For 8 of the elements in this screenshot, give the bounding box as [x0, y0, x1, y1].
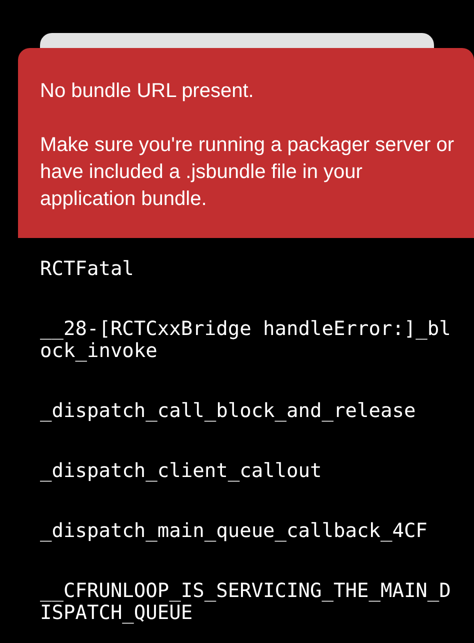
stack-frame: _dispatch_main_queue_callback_4CF — [40, 520, 452, 542]
stack-frame: _dispatch_call_block_and_release — [40, 400, 452, 422]
stack-frame: __28-[RCTCxxBridge handleError:]_block_invoke — [40, 318, 452, 362]
stack-frame: __CFRUNLOOP_IS_SERVICING_THE_MAIN_DISPATCH_QUEUE — [40, 580, 452, 624]
stack-frame: RCTFatal — [40, 258, 452, 280]
stack-frame: _dispatch_client_callout — [40, 460, 452, 482]
error-title: No bundle URL present. — [40, 79, 255, 104]
error-message: Make sure you're running a packager server or have included a .jsbundle file in your application bundle. — [40, 133, 456, 212]
